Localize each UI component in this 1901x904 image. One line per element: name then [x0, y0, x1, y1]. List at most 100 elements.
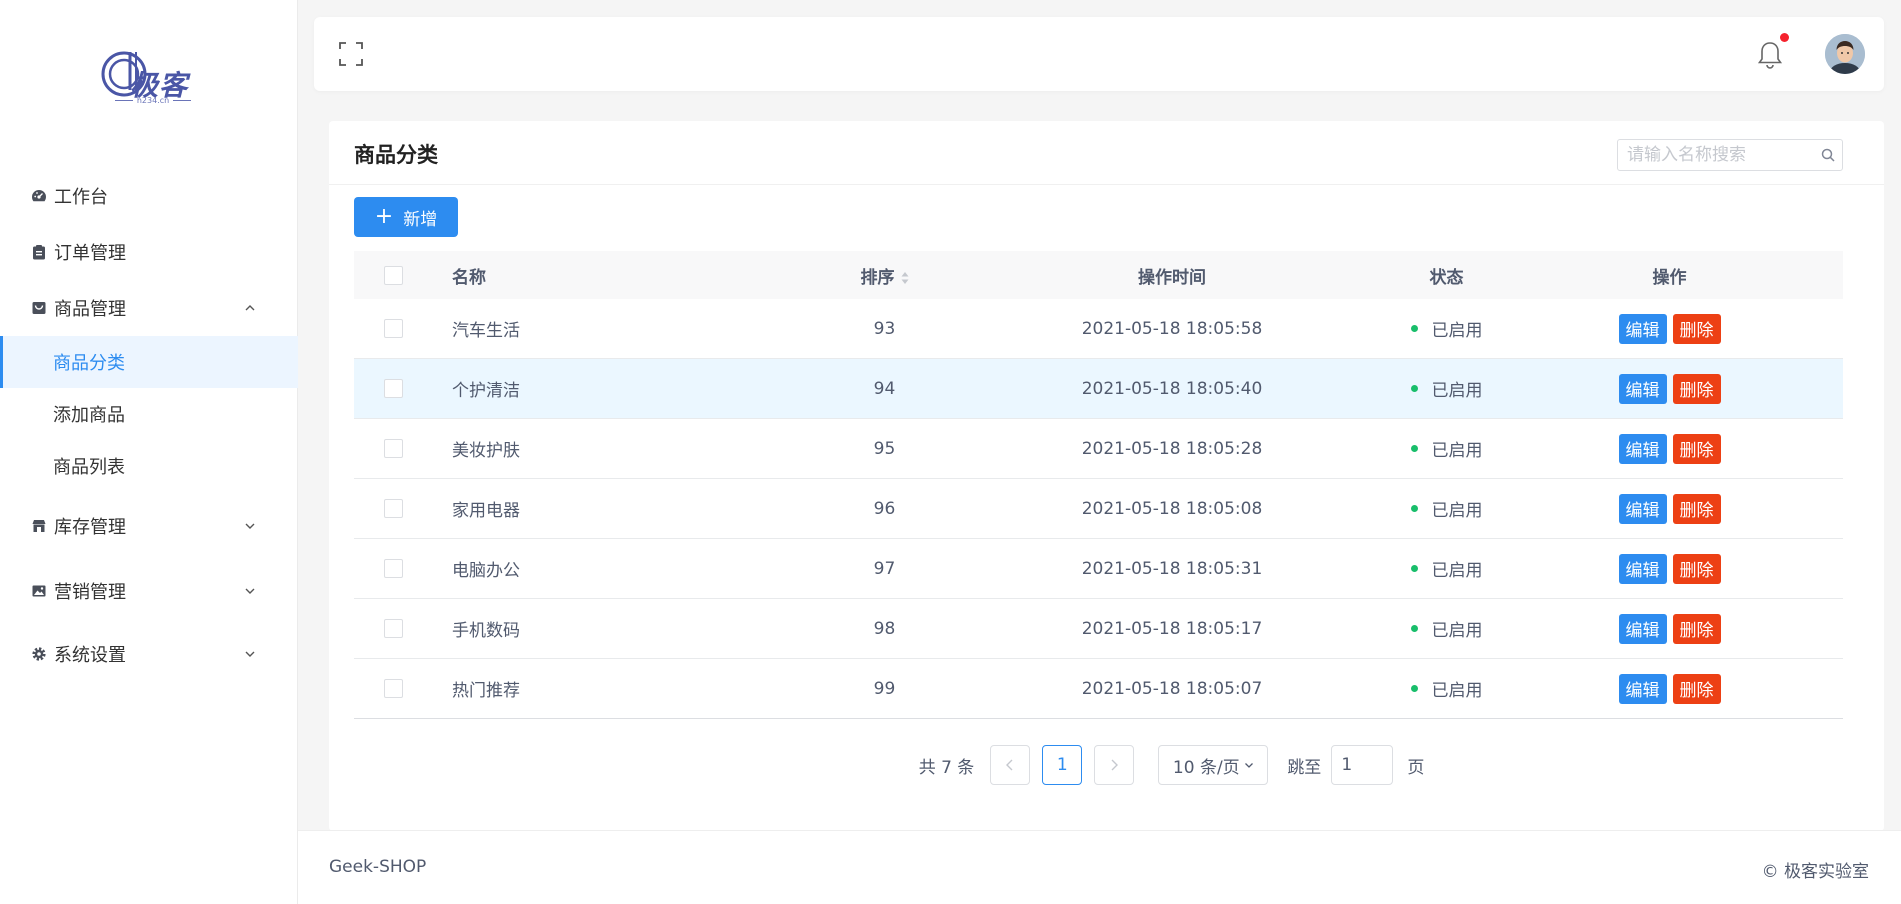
table-row: 手机数码 98 2021-05-18 18:05:17 已启用 编辑 删除: [354, 599, 1843, 659]
page-button[interactable]: 1: [1042, 745, 1083, 785]
edit-button[interactable]: 编辑: [1618, 553, 1667, 584]
bell-icon: [1757, 42, 1783, 69]
logo: 极客 h234.cn: [100, 44, 200, 112]
delete-button[interactable]: 删除: [1672, 313, 1721, 344]
clipboard-icon: [30, 243, 48, 261]
notification-button[interactable]: [1755, 33, 1789, 71]
status-text: 已启用: [1431, 321, 1483, 341]
delete-button[interactable]: 删除: [1672, 493, 1721, 524]
row-checkbox[interactable]: [383, 319, 403, 338]
page-size-select[interactable]: 10 条/页: [1158, 745, 1269, 785]
status-text: 已启用: [1431, 381, 1483, 401]
add-button[interactable]: + 新增: [354, 197, 458, 237]
fullscreen-icon[interactable]: [338, 41, 364, 67]
row-checkbox[interactable]: [383, 439, 403, 458]
category-table: 名称 排序 操作时间 状态 操作 汽车生活 93 2021-05-18 18:0…: [354, 251, 1843, 719]
sidebar-item-label: 工作台: [54, 187, 108, 208]
cell-sort: 98: [873, 618, 896, 639]
jump-label: 跳至: [1287, 757, 1322, 778]
edit-button[interactable]: 编辑: [1618, 433, 1667, 464]
sidebar-item-settings[interactable]: 系统设置: [0, 622, 298, 686]
status-text: 已启用: [1431, 561, 1483, 581]
page-title: 商品分类: [354, 143, 438, 167]
cell-sort: 99: [873, 678, 896, 699]
pagination: 共 7 条 1 10 条/页 跳至 页: [329, 745, 1884, 785]
prev-page-button[interactable]: [990, 745, 1031, 785]
table-row: 汽车生活 93 2021-05-18 18:05:58 已启用 编辑 删除: [354, 299, 1843, 359]
sidebar-subitem-category[interactable]: 商品分类: [0, 336, 298, 388]
search-input[interactable]: [1618, 140, 1808, 170]
column-header-name: 名称: [452, 267, 486, 288]
edit-button[interactable]: 编辑: [1618, 613, 1667, 644]
status-text: 已启用: [1431, 501, 1483, 521]
edit-button[interactable]: 编辑: [1618, 373, 1667, 404]
category-card: 商品分类 + 新增 名称 排序 操作时间 状态 操作 汽车生活 93: [329, 121, 1884, 831]
status-text: 已启用: [1431, 441, 1483, 461]
search-box: [1617, 139, 1843, 171]
gear-icon: [30, 645, 48, 663]
avatar[interactable]: [1825, 34, 1865, 74]
sidebar-item-inventory[interactable]: 库存管理: [0, 492, 298, 560]
card-header: 商品分类: [329, 121, 1884, 185]
cell-sort: 96: [873, 498, 896, 519]
table-row: 美妆护肤 95 2021-05-18 18:05:28 已启用 编辑 删除: [354, 419, 1843, 479]
cell-name: 家用电器: [452, 501, 520, 521]
edit-button[interactable]: 编辑: [1618, 493, 1667, 524]
column-header-sort-label: 排序: [860, 267, 895, 288]
cell-time: 2021-05-18 18:05:58: [1081, 318, 1263, 339]
sidebar: 极客 h234.cn 工作台 订单管理 商品管理 商品分类 添加商品 商品列表 …: [0, 0, 298, 904]
status-badge: 已启用: [1410, 376, 1483, 401]
row-checkbox[interactable]: [383, 559, 403, 578]
table-row: 家用电器 96 2021-05-18 18:05:08 已启用 编辑 删除: [354, 479, 1843, 539]
shop-icon: [30, 299, 48, 317]
select-all-checkbox[interactable]: [383, 265, 403, 285]
row-checkbox[interactable]: [383, 679, 403, 698]
row-checkbox[interactable]: [383, 499, 403, 518]
chevron-down-icon: [245, 651, 255, 657]
row-checkbox[interactable]: [383, 619, 403, 638]
status-text: 已启用: [1431, 681, 1483, 701]
delete-button[interactable]: 删除: [1672, 433, 1721, 464]
cell-time: 2021-05-18 18:05:17: [1081, 618, 1263, 639]
sidebar-item-products[interactable]: 商品管理: [0, 280, 298, 336]
sidebar-subitem-product-list[interactable]: 商品列表: [0, 440, 298, 492]
sidebar-item-marketing[interactable]: 营销管理: [0, 560, 298, 622]
status-badge: 已启用: [1410, 676, 1483, 701]
delete-button[interactable]: 删除: [1672, 673, 1721, 704]
cell-sort: 94: [873, 378, 896, 399]
edit-button[interactable]: 编辑: [1618, 313, 1667, 344]
cell-name: 电脑办公: [452, 561, 520, 581]
cell-time: 2021-05-18 18:05:07: [1081, 678, 1263, 699]
sidebar-item-orders[interactable]: 订单管理: [0, 224, 298, 280]
cell-time: 2021-05-18 18:05:40: [1081, 378, 1263, 399]
sidebar-item-label: 商品管理: [54, 299, 126, 320]
table-header: 名称 排序 操作时间 状态 操作: [354, 251, 1843, 299]
edit-button[interactable]: 编辑: [1618, 673, 1667, 704]
next-page-button[interactable]: [1094, 745, 1135, 785]
page-label: 页: [1407, 757, 1425, 778]
delete-button[interactable]: 删除: [1672, 553, 1721, 584]
delete-button[interactable]: 删除: [1672, 613, 1721, 644]
sidebar-item-workbench[interactable]: 工作台: [0, 168, 298, 224]
column-header-status: 状态: [1429, 267, 1464, 288]
image-icon: [30, 582, 48, 600]
cell-name: 个护清洁: [452, 381, 520, 401]
delete-button[interactable]: 删除: [1672, 373, 1721, 404]
sidebar-menu: 工作台 订单管理 商品管理 商品分类 添加商品 商品列表 库存管理 营销管理 系…: [0, 168, 298, 686]
sort-arrows-icon[interactable]: [901, 271, 909, 285]
status-dot: [1410, 505, 1418, 512]
row-checkbox[interactable]: [383, 379, 403, 398]
status-badge: 已启用: [1410, 436, 1483, 461]
cell-name: 汽车生活: [452, 321, 520, 341]
chevron-up-icon: [245, 305, 255, 311]
sidebar-item-label: 系统设置: [54, 645, 126, 666]
jump-page-input[interactable]: [1331, 745, 1394, 785]
status-badge: 已启用: [1410, 556, 1483, 581]
chevron-down-icon: [245, 588, 255, 594]
chevron-down-icon: [245, 523, 255, 529]
sidebar-item-label: 订单管理: [54, 243, 126, 264]
search-icon[interactable]: [1821, 148, 1835, 162]
status-dot: [1410, 565, 1418, 572]
sidebar-subitem-add-product[interactable]: 添加商品: [0, 388, 298, 440]
column-header-sort[interactable]: 排序: [822, 263, 947, 288]
